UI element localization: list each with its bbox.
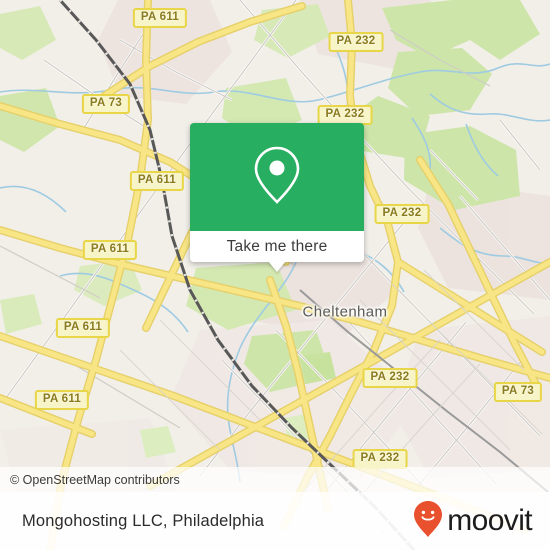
take-me-there-button[interactable]: Take me there (190, 231, 364, 262)
map-attribution: © OpenStreetMap contributors (0, 467, 550, 492)
road-shield: PA 611 (55, 318, 111, 338)
place-label: Cheltenham (302, 303, 388, 321)
road-shield: PA 611 (82, 240, 138, 260)
location-pin-icon (250, 144, 304, 211)
map-screenshot: PA 611 PA 232 PA 232 PA 73 PA 611 PA 232 PA 61… (0, 0, 550, 550)
road-shield: PA 73 (81, 94, 131, 114)
moovit-logo[interactable]: moovit (413, 500, 533, 543)
page-footer: Mongohosting LLC, Philadelphia moovit (0, 492, 550, 550)
road-shield: PA 611 (132, 8, 188, 28)
road-shield: PA 232 (374, 204, 430, 224)
road-shield: PA 611 (34, 390, 90, 410)
road-shield: PA 232 (328, 32, 384, 52)
place-title: Mongohosting LLC, Philadelphia (22, 511, 265, 530)
road-shield: PA 232 (362, 368, 418, 388)
attribution-text: © OpenStreetMap contributors (10, 472, 180, 487)
road-shield: PA 232 (352, 449, 408, 469)
road-shield: PA 611 (129, 171, 185, 191)
destination-popup-card[interactable]: Take me there (190, 123, 364, 272)
popup-pin-area (190, 123, 364, 231)
moovit-smiling-pin-icon (413, 500, 443, 543)
road-shield: PA 73 (493, 382, 543, 402)
popup-tail (268, 261, 286, 272)
road-shield: PA 232 (317, 105, 373, 125)
moovit-wordmark: moovit (447, 504, 532, 537)
